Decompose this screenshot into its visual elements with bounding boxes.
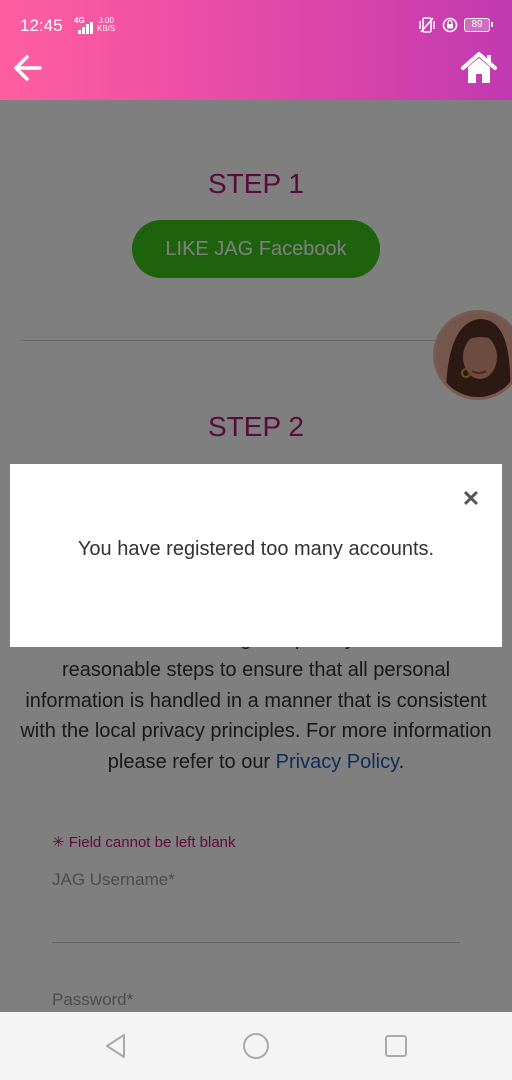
dialog-message: You have registered too many accounts. (77, 538, 435, 560)
speed-unit: KB/S (97, 24, 116, 33)
close-icon[interactable]: ✕ (460, 488, 482, 510)
nav-home-icon[interactable] (242, 1032, 270, 1060)
network-indicator: 4G (74, 17, 93, 34)
system-nav-bar (0, 1012, 512, 1080)
app-header: 12:45 4G 3.00 KB/S 89 (0, 0, 512, 100)
battery-icon: 89 (464, 18, 493, 32)
home-icon[interactable] (460, 50, 498, 86)
alert-dialog: ✕ You have registered too many accounts. (10, 464, 502, 647)
lock-rotation-icon (442, 17, 458, 33)
signal-icon (78, 22, 93, 34)
status-icons: 89 (418, 17, 493, 33)
back-arrow-icon[interactable] (10, 50, 46, 86)
vibrate-icon (419, 17, 435, 33)
nav-back-icon[interactable] (102, 1032, 130, 1060)
status-time: 12:45 (20, 16, 63, 35)
nav-recents-icon[interactable] (382, 1032, 410, 1060)
network-speed: 3.00 KB/S (97, 17, 115, 33)
